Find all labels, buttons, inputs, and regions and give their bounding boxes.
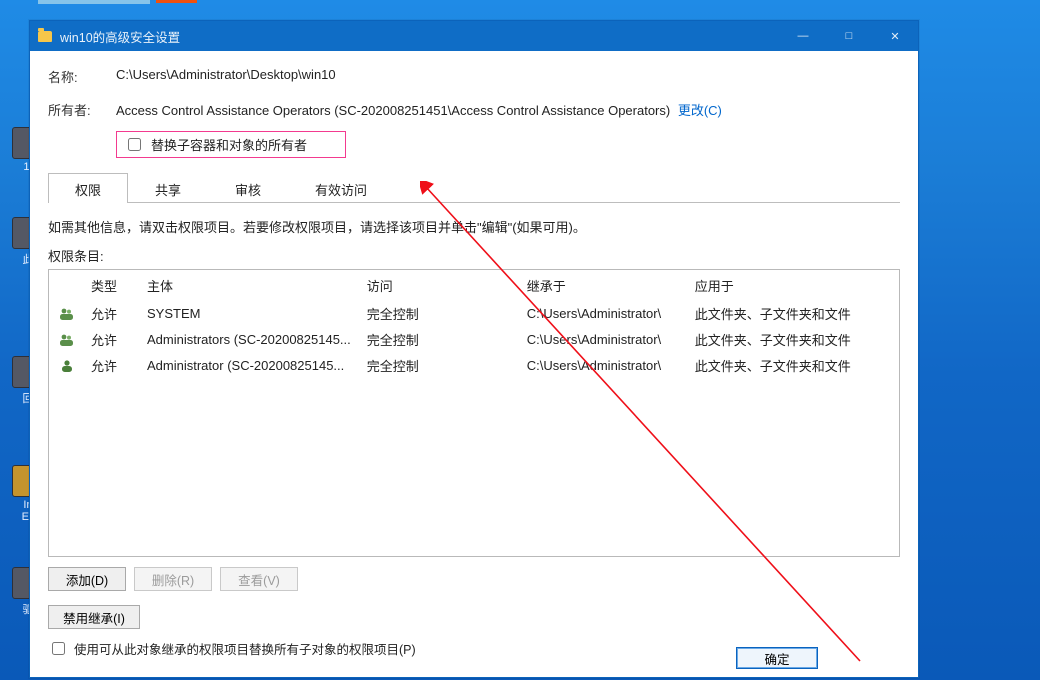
entry-buttons: 添加(D) 删除(R) 查看(V) bbox=[48, 567, 900, 591]
table-row[interactable]: 允许 Administrator (SC-20200825145... 完全控制… bbox=[49, 353, 899, 379]
cell-principal: Administrator (SC-20200825145... bbox=[139, 353, 359, 379]
remove-button: 删除(R) bbox=[134, 567, 212, 591]
replace-owner-highlight[interactable]: 替换子容器和对象的所有者 bbox=[116, 131, 346, 158]
folder-icon bbox=[38, 31, 52, 42]
owner-value: Access Control Assistance Operators (SC-… bbox=[116, 103, 670, 118]
cell-principal: SYSTEM bbox=[139, 301, 359, 327]
tab-effective[interactable]: 有效访问 bbox=[288, 173, 394, 203]
add-button[interactable]: 添加(D) bbox=[48, 567, 126, 591]
name-value: C:\Users\Administrator\Desktop\win10 bbox=[116, 67, 336, 86]
change-owner-link[interactable]: 更改(C) bbox=[678, 103, 722, 118]
tab-audit[interactable]: 审核 bbox=[208, 173, 288, 203]
table-row[interactable]: 允许 Administrators (SC-20200825145... 完全控… bbox=[49, 327, 899, 353]
tab-share[interactable]: 共享 bbox=[128, 173, 208, 203]
tab-permissions[interactable]: 权限 bbox=[48, 173, 128, 203]
entries-label: 权限条目: bbox=[48, 246, 900, 265]
maximize-button[interactable]: □ bbox=[826, 21, 872, 51]
col-principal[interactable]: 主体 bbox=[139, 270, 359, 301]
advanced-security-window: win10的高级安全设置 — □ ✕ 名称: C:\Users\Administ… bbox=[29, 20, 919, 678]
cell-inherited: C:\Users\Administrator\ bbox=[519, 327, 687, 353]
cell-applies: 此文件夹、子文件夹和文件 bbox=[687, 353, 899, 379]
permission-entries-grid[interactable]: 类型 主体 访问 继承于 应用于 允许 SYSTEM 完全控制 bbox=[48, 269, 900, 557]
cell-access: 完全控制 bbox=[359, 301, 519, 327]
cell-inherited: C:\Users\Administrator\ bbox=[519, 353, 687, 379]
cell-type: 允许 bbox=[83, 327, 139, 353]
ok-button[interactable]: 确定 bbox=[736, 647, 818, 669]
cell-access: 完全控制 bbox=[359, 327, 519, 353]
hint-text: 如需其他信息，请双击权限项目。若要修改权限项目，请选择该项目并单击"编辑"(如果… bbox=[48, 217, 900, 236]
owner-label: 所有者: bbox=[48, 100, 116, 119]
col-type[interactable]: 类型 bbox=[83, 270, 139, 301]
cell-applies: 此文件夹、子文件夹和文件 bbox=[687, 301, 899, 327]
cell-inherited: C:\Users\Administrator\ bbox=[519, 301, 687, 327]
replace-owner-label: 替换子容器和对象的所有者 bbox=[151, 135, 307, 154]
window-controls: — □ ✕ bbox=[780, 21, 918, 51]
accent-blue bbox=[38, 0, 150, 4]
replace-owner-checkbox[interactable] bbox=[128, 138, 141, 151]
table-row[interactable]: 允许 SYSTEM 完全控制 C:\Users\Administrator\ 此… bbox=[49, 301, 899, 327]
group-icon bbox=[59, 333, 75, 347]
col-inherited[interactable]: 继承于 bbox=[519, 270, 687, 301]
user-icon bbox=[59, 359, 75, 373]
cell-type: 允许 bbox=[83, 301, 139, 327]
disable-inherit-button[interactable]: 禁用继承(I) bbox=[48, 605, 140, 629]
cell-access: 完全控制 bbox=[359, 353, 519, 379]
group-icon bbox=[59, 307, 75, 321]
name-row: 名称: C:\Users\Administrator\Desktop\win10 bbox=[48, 67, 900, 86]
grid-header: 类型 主体 访问 继承于 应用于 bbox=[49, 270, 899, 301]
window-title: win10的高级安全设置 bbox=[60, 27, 180, 46]
col-access[interactable]: 访问 bbox=[359, 270, 519, 301]
cell-principal: Administrators (SC-20200825145... bbox=[139, 327, 359, 353]
col-applies[interactable]: 应用于 bbox=[687, 270, 899, 301]
accent-red bbox=[156, 0, 197, 3]
view-button: 查看(V) bbox=[220, 567, 298, 591]
name-label: 名称: bbox=[48, 67, 116, 86]
minimize-button[interactable]: — bbox=[780, 21, 826, 51]
close-button[interactable]: ✕ bbox=[872, 21, 918, 51]
replace-owner-row: 替换子容器和对象的所有者 bbox=[48, 133, 900, 158]
owner-row: 所有者: Access Control Assistance Operators… bbox=[48, 100, 900, 119]
titlebar[interactable]: win10的高级安全设置 — □ ✕ bbox=[30, 21, 918, 51]
tabstrip: 权限 共享 审核 有效访问 bbox=[48, 172, 900, 203]
cell-applies: 此文件夹、子文件夹和文件 bbox=[687, 327, 899, 353]
cell-type: 允许 bbox=[83, 353, 139, 379]
